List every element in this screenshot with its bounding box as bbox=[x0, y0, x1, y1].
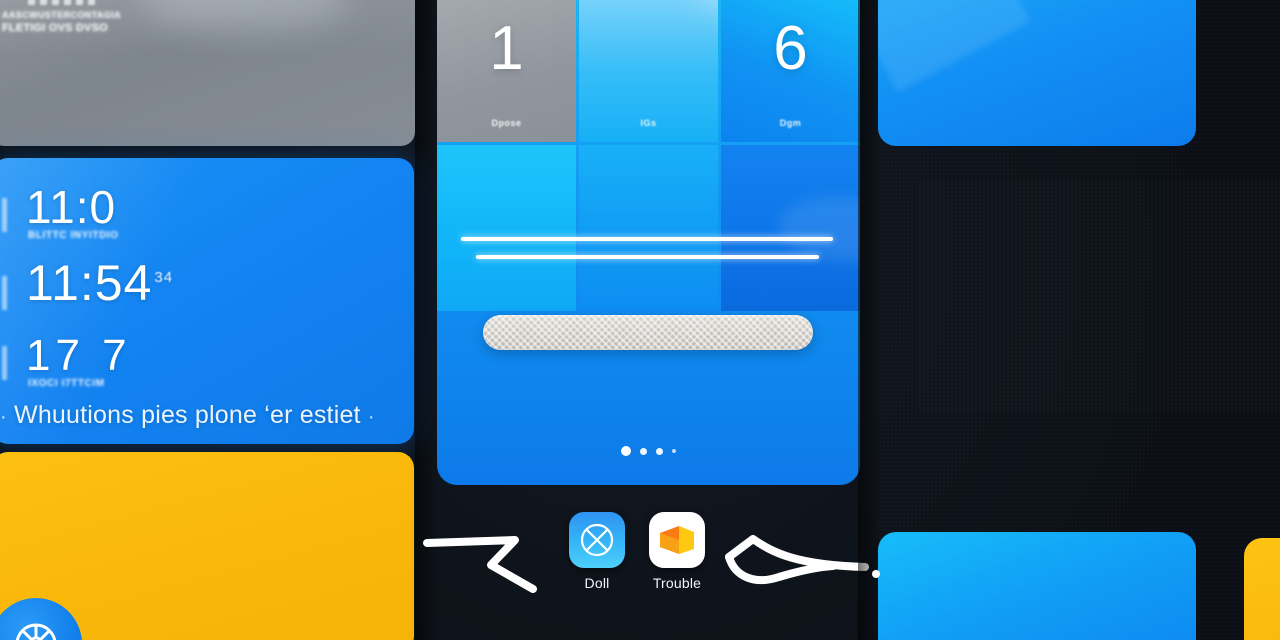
tile-dpose[interactable]: 1 Dpose bbox=[437, 0, 576, 142]
stat-tick-marker bbox=[2, 276, 7, 310]
divider-stripe-top bbox=[461, 237, 833, 241]
tile-label: Dgm bbox=[779, 118, 802, 128]
stat-subtitle: BLITTC INYITDIO bbox=[28, 230, 119, 241]
stat-tick-marker bbox=[2, 198, 7, 232]
stat-value: 11:0 bbox=[26, 181, 117, 233]
page-dot[interactable] bbox=[672, 449, 676, 453]
right-top-blue-card[interactable] bbox=[878, 0, 1196, 146]
tile-blank-2[interactable] bbox=[579, 145, 718, 311]
blue-card-caption: · Whuutions pies plone ‘er estiet · bbox=[0, 401, 406, 430]
app-trouble[interactable]: Trouble bbox=[649, 512, 705, 591]
stat-value-suffix: 34 bbox=[154, 269, 174, 287]
screen-root: AASCWUSTERCONTAGIA FLETIGI OVS DVSO 11:0… bbox=[0, 0, 1280, 640]
phone-screen: 1 Dpose IGs 6 Dgm bbox=[437, 0, 860, 485]
tile-blank-1[interactable] bbox=[437, 145, 576, 311]
tile-number: 6 bbox=[773, 14, 808, 83]
right-yellow-card[interactable] bbox=[1244, 538, 1280, 640]
yellow-card[interactable] bbox=[0, 452, 414, 640]
tile-glow bbox=[699, 0, 718, 14]
tile-dgm[interactable]: 6 Dgm bbox=[721, 0, 860, 142]
orange-ribbon-icon[interactable] bbox=[649, 512, 705, 568]
tile-grid: 1 Dpose IGs 6 Dgm bbox=[437, 0, 860, 311]
divider-stripe-bottom bbox=[476, 255, 819, 259]
page-dot[interactable] bbox=[656, 447, 663, 455]
grey-card-header-line-1: AASCWUSTERCONTAGIA bbox=[2, 10, 122, 20]
app-label: Doll bbox=[584, 575, 610, 591]
caption-text: Whuutions pies plone ‘er estiet bbox=[14, 401, 361, 429]
page-dot-active[interactable] bbox=[621, 446, 631, 456]
app-doll[interactable]: Doll bbox=[569, 512, 625, 591]
app-label: Trouble bbox=[652, 575, 702, 591]
leaf-swoosh-stroke-icon bbox=[721, 533, 871, 594]
caption-suffix-dot: · bbox=[367, 406, 375, 428]
stat-value: 17 7 bbox=[26, 331, 132, 380]
right-inner-dot-texture bbox=[918, 182, 1280, 412]
stat-value: 11:54 34 bbox=[26, 258, 173, 308]
page-dot[interactable] bbox=[640, 447, 647, 455]
tile-label: IGs bbox=[640, 118, 657, 128]
tile-label: Dpose bbox=[491, 118, 522, 128]
blue-stats-card[interactable]: 11:0 BLITTC INYITDIO 11:54 34 17 7 IXOCI … bbox=[0, 158, 414, 444]
caption-prefix-dot: · bbox=[0, 406, 7, 428]
center-phone-panel: 1 Dpose IGs 6 Dgm Doll Trouble bbox=[423, 0, 869, 640]
stat-subtitle: IXOCI I7TTCIM bbox=[28, 378, 105, 389]
left-column: AASCWUSTERCONTAGIA FLETIGI OVS DVSO 11:0… bbox=[0, 0, 415, 640]
stat-value-text: 11:54 bbox=[26, 255, 153, 311]
tile-igs[interactable]: IGs bbox=[579, 0, 718, 142]
grey-info-card[interactable]: AASCWUSTERCONTAGIA FLETIGI OVS DVSO bbox=[0, 0, 415, 146]
grey-card-bar-graphic bbox=[28, 0, 95, 5]
app-dock: Doll Trouble bbox=[421, 505, 891, 640]
edge-dot-indicator bbox=[872, 570, 880, 578]
right-column bbox=[872, 0, 1280, 640]
circle-x-icon[interactable] bbox=[569, 512, 625, 568]
angular-arrow-stroke-icon bbox=[423, 523, 553, 598]
stat-tick-marker bbox=[2, 346, 7, 380]
search-input[interactable] bbox=[483, 315, 813, 350]
grey-card-header-line-2: FLETIGI OVS DVSO bbox=[2, 22, 108, 34]
tile-blank-3[interactable] bbox=[721, 145, 860, 311]
tile-number: 1 bbox=[489, 14, 524, 83]
page-indicator[interactable] bbox=[437, 446, 860, 456]
compass-wheel-icon bbox=[0, 598, 82, 640]
right-bottom-blue-card[interactable] bbox=[878, 532, 1196, 640]
